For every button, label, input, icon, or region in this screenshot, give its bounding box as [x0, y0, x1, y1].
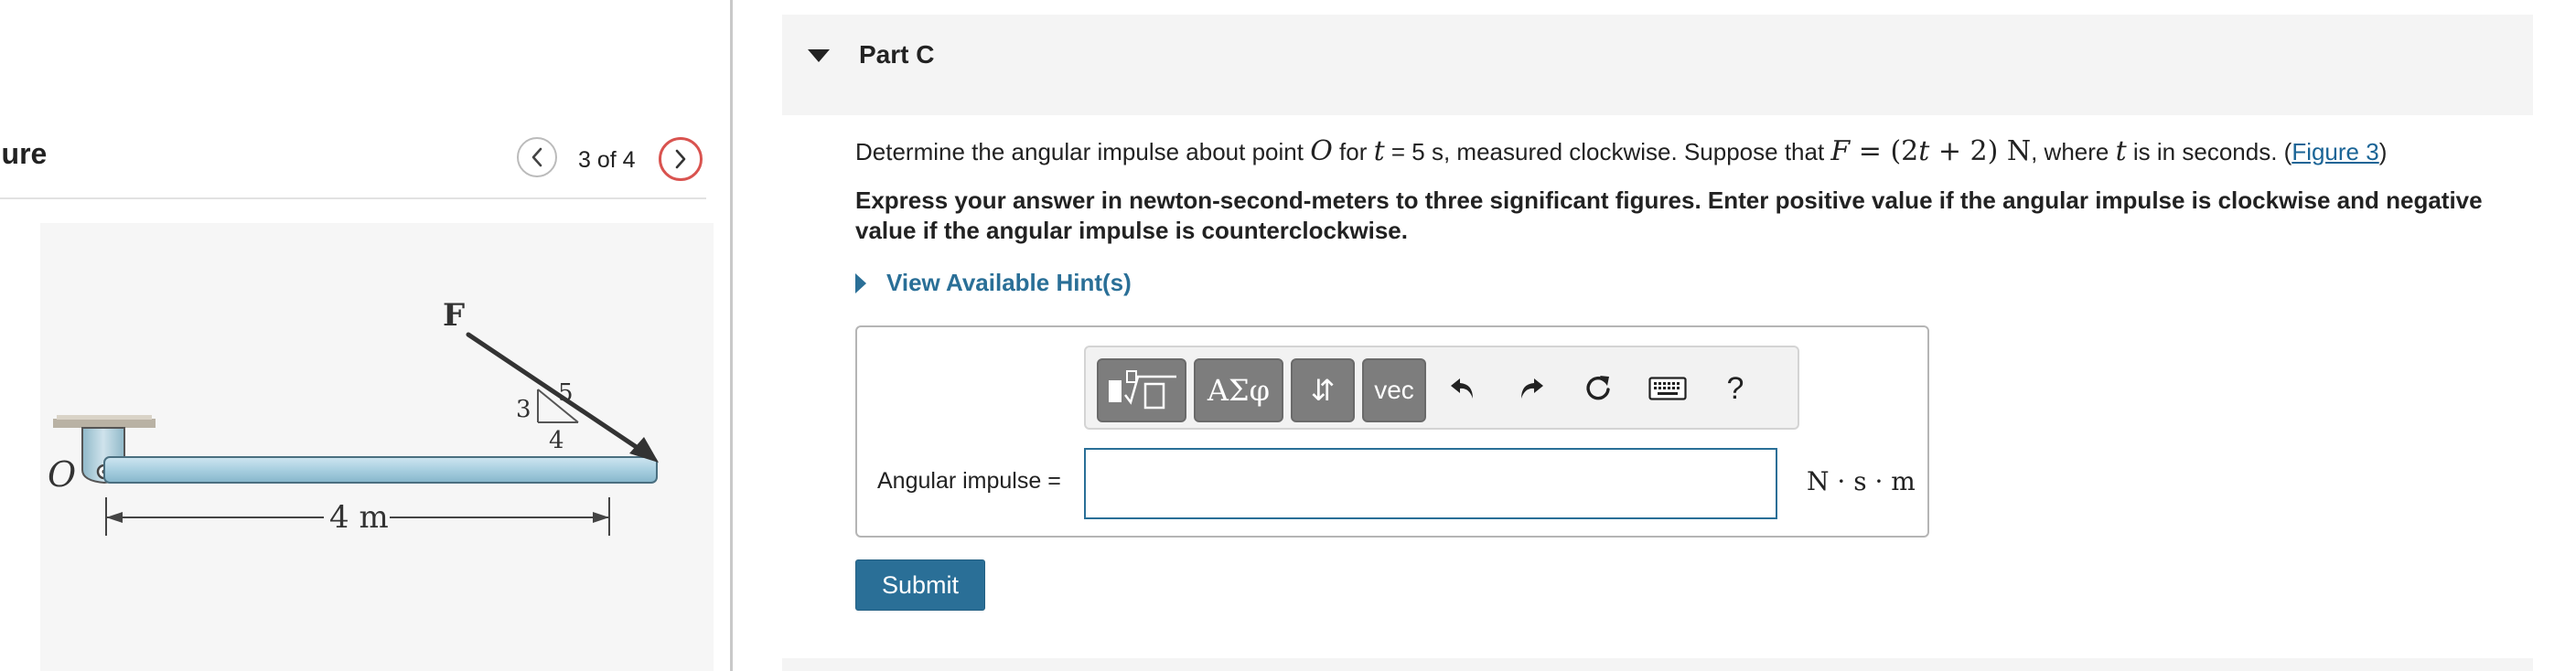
greek-symbols-button[interactable]: ΑΣφ [1194, 358, 1283, 422]
figure-header-divider [0, 197, 706, 199]
question-text: Determine the angular impulse about poin… [855, 135, 2388, 167]
force-variable: F [1830, 135, 1851, 167]
math-toolbar: ΑΣφ ⇵ vec ? [1084, 346, 1799, 430]
redo-icon [1521, 378, 1543, 399]
panel-divider [730, 0, 733, 671]
figure-title: gure [0, 137, 48, 170]
beam [103, 456, 658, 484]
answer-box: ΑΣφ ⇵ vec ? Angular impulse = N · s · m [855, 325, 1929, 538]
chevron-left-icon [531, 147, 542, 167]
caret-right-icon [855, 272, 866, 293]
fraction-root-template-icon [1109, 370, 1176, 410]
slope-rise-label: 3 [516, 396, 531, 423]
next-part-header [782, 658, 2533, 671]
figure-image: O F 3 5 4 4 m [40, 223, 714, 671]
answer-units: N · s · m [1807, 466, 1916, 496]
undo-icon [1451, 378, 1473, 399]
templates-button[interactable] [1097, 358, 1186, 422]
chevron-right-icon [675, 149, 686, 169]
next-figure-button[interactable] [659, 137, 703, 181]
keyboard-button[interactable] [1640, 360, 1695, 417]
vector-button[interactable]: vec [1362, 358, 1426, 422]
force-label: F [443, 297, 465, 334]
part-title: Part C [859, 40, 935, 69]
answer-label: Angular impulse = [877, 468, 1061, 494]
time-variable: t [1373, 135, 1385, 167]
keyboard-icon [1648, 377, 1687, 400]
help-button[interactable]: ? [1708, 360, 1763, 417]
slope-hyp-label: 5 [558, 379, 574, 407]
point-o-label: O [48, 454, 76, 495]
redo-button[interactable] [1504, 360, 1559, 417]
beam-diagram: O F 3 5 4 4 m [48, 297, 659, 536]
figure-counter: 3 of 4 [578, 147, 636, 173]
view-hints-label: View Available Hint(s) [886, 269, 1132, 296]
dimension-label: 4 m [329, 499, 389, 536]
point-variable: O [1310, 135, 1333, 167]
arrows-button[interactable]: ⇵ [1291, 358, 1355, 422]
reset-button[interactable] [1571, 360, 1626, 417]
figure-3-link[interactable]: Figure 3 [2292, 138, 2378, 165]
caret-down-icon[interactable] [808, 49, 830, 62]
view-hints-toggle[interactable]: View Available Hint(s) [855, 269, 1132, 297]
angular-impulse-input[interactable] [1084, 448, 1777, 519]
figure-panel: gure 3 of 4 [0, 0, 732, 671]
undo-button[interactable] [1435, 360, 1490, 417]
slope-run-label: 4 [549, 427, 564, 454]
reset-icon [1586, 376, 1610, 400]
answer-instructions: Express your answer in newton-second-met… [855, 186, 2483, 244]
submit-button[interactable]: Submit [855, 559, 985, 611]
previous-figure-button[interactable] [517, 137, 557, 177]
part-header[interactable]: Part C [782, 15, 2533, 115]
